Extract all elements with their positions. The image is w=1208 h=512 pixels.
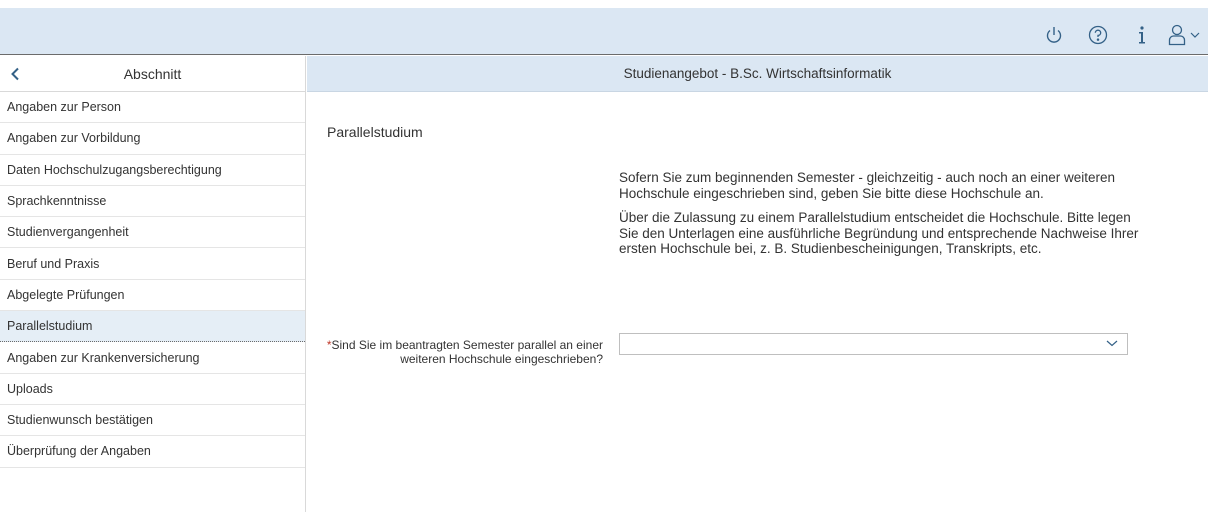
info-icon[interactable] [1120,18,1164,52]
sidebar-header: Abschnitt [0,56,305,92]
info-paragraph-1: Sofern Sie zum beginnenden Semester - gl… [619,170,1116,201]
sidebar-item-studienvergangenheit[interactable]: Studienvergangenheit [0,217,305,249]
sidebar-item-studienwunsch[interactable]: Studienwunsch bestätigen [0,405,305,437]
page-title: Studienangebot - B.Sc. Wirtschaftsinform… [307,56,1208,92]
chevron-down-icon [1190,32,1200,38]
help-icon[interactable] [1076,18,1120,52]
sidebar-item-ueberpruefung[interactable]: Überprüfung der Angaben [0,436,305,468]
chevron-down-icon [1106,340,1118,347]
sidebar-item-beruf[interactable]: Beruf und Praxis [0,248,305,280]
parallel-study-label: *Sind Sie im beantragten Semester parall… [317,338,603,366]
sidebar-item-person[interactable]: Angaben zur Person [0,92,305,124]
sidebar: Abschnitt Angaben zur Person Angaben zur… [0,56,306,512]
main-content: Studienangebot - B.Sc. Wirtschaftsinform… [307,56,1208,512]
sidebar-item-uploads[interactable]: Uploads [0,374,305,405]
back-button[interactable] [0,56,30,92]
power-icon[interactable] [1032,18,1076,52]
sidebar-item-krankenversicherung[interactable]: Angaben zur Krankenversicherung [0,342,305,374]
parallel-study-label-text: Sind Sie im beantragten Semester paralle… [331,338,604,366]
sidebar-item-sprachkenntnisse[interactable]: Sprachkenntnisse [0,186,305,218]
sidebar-item-vorbildung[interactable]: Angaben zur Vorbildung [0,123,305,155]
section-nav: Angaben zur Person Angaben zur Vorbildun… [0,92,305,468]
chevron-left-icon [11,67,19,80]
user-icon [1168,24,1186,46]
user-menu-button[interactable] [1164,18,1208,52]
shell-icons [1032,18,1208,52]
sidebar-item-pruefungen[interactable]: Abgelegte Prüfungen [0,280,305,312]
sidebar-title: Abschnitt [123,65,182,82]
sidebar-item-hzb[interactable]: Daten Hochschulzugangsberechtigung [0,155,305,186]
shell-bar [0,0,1208,55]
info-text: Sofern Sie zum beginnenden Semester - gl… [619,170,1139,266]
info-paragraph-2: Über die Zulassung zu einem Parallelstud… [619,210,1139,256]
parallel-study-select[interactable] [619,333,1128,355]
sidebar-item-parallelstudium[interactable]: Parallelstudium [0,311,305,343]
section-title: Parallelstudium [327,124,423,140]
